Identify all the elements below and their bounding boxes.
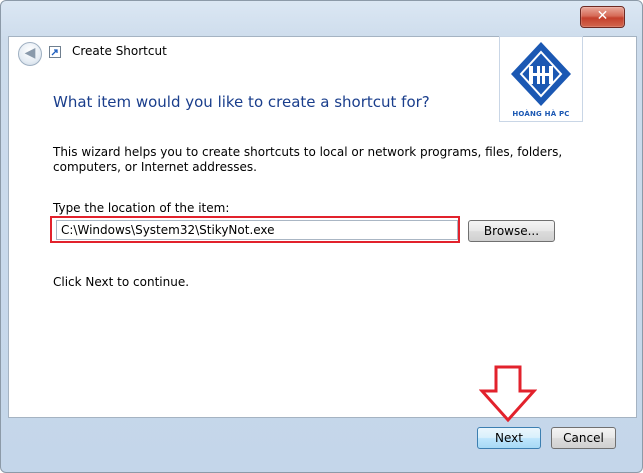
wizard-description: This wizard helps you to create shortcut… — [53, 145, 563, 174]
window-title: Create Shortcut — [72, 44, 167, 58]
logo-text: HOÀNG HÀ PC — [512, 110, 570, 118]
continue-instruction: Click Next to continue. — [53, 275, 190, 289]
close-icon: ✕ — [596, 8, 609, 24]
page-heading: What item would you like to create a sho… — [53, 93, 430, 111]
back-button[interactable]: ◀ — [18, 42, 42, 66]
browse-button[interactable]: Browse... — [468, 220, 555, 242]
next-button[interactable]: Next — [477, 427, 541, 449]
down-arrow-icon — [479, 365, 537, 423]
back-arrow-icon: ◀ — [24, 45, 36, 61]
shortcut-icon — [49, 46, 61, 58]
location-label: Type the location of the item: — [53, 201, 230, 215]
cancel-button[interactable]: Cancel — [551, 427, 616, 449]
close-button[interactable]: ✕ — [580, 6, 625, 28]
location-input[interactable]: C:\Windows\System32\StikyNot.exe — [56, 220, 458, 240]
